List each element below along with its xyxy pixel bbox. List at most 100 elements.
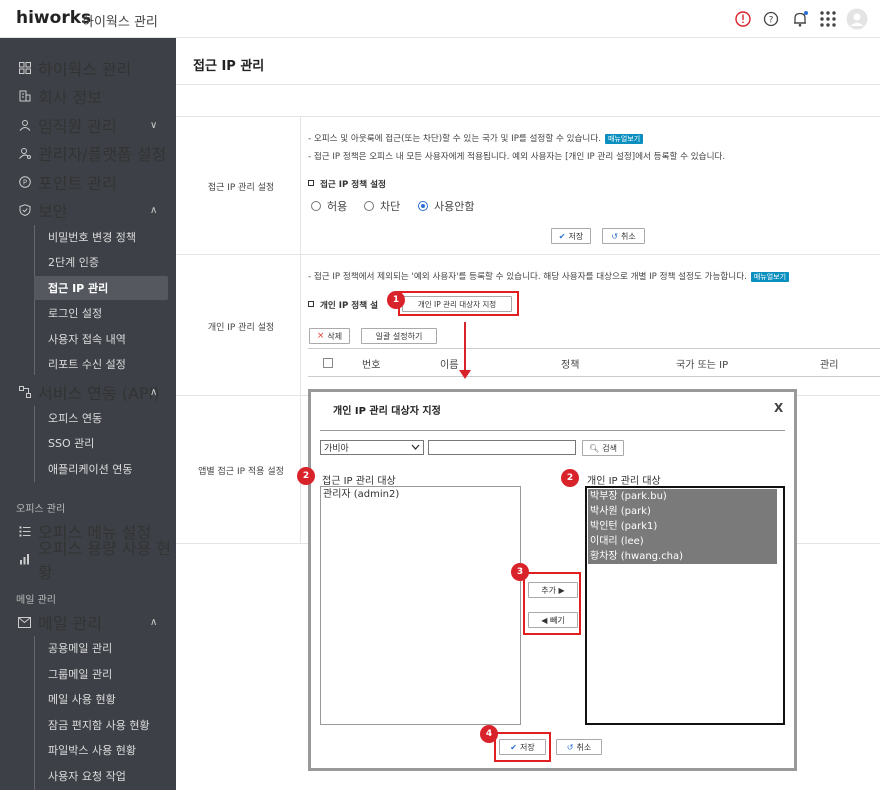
- sidebar-item-employees[interactable]: 임직원 관리 ∨: [0, 112, 176, 138]
- check-icon: ✔: [510, 742, 517, 752]
- sidebar-item-label: 회사 정보: [38, 88, 102, 107]
- radio-label: 차단: [380, 200, 401, 213]
- remove-button[interactable]: ◀ 빼기: [528, 612, 578, 628]
- radio-icon[interactable]: [364, 201, 374, 211]
- cancel-label: 취소: [620, 231, 636, 241]
- svg-text:?: ?: [769, 16, 774, 26]
- chevron-up-icon[interactable]: ∧: [150, 387, 157, 398]
- chevron-up-icon[interactable]: ∧: [150, 205, 157, 216]
- arrow-line: [464, 322, 466, 372]
- sidebar-sub-access-history[interactable]: 사용자 접속 내역: [34, 327, 168, 351]
- table-header-border: [308, 376, 880, 377]
- step-badge: 2: [297, 467, 315, 485]
- search-input[interactable]: [428, 440, 576, 455]
- sidebar-sub-password-policy[interactable]: 비밀번호 변경 정책: [34, 225, 168, 249]
- search-button[interactable]: 🔍︎ 검색: [582, 440, 624, 456]
- select-all-checkbox[interactable]: [323, 358, 333, 368]
- sidebar-sub-user-requests[interactable]: 사용자 요청 작업: [34, 764, 168, 788]
- check-icon: ✔: [558, 231, 566, 241]
- radio-allow[interactable]: 허용: [311, 198, 347, 214]
- logo[interactable]: hiworks: [16, 8, 91, 28]
- api-icon: [18, 386, 31, 399]
- cancel-label: 취소: [576, 742, 592, 752]
- country-select[interactable]: 가비아: [320, 440, 424, 455]
- sidebar-sub-shared-mail[interactable]: 공용메일 관리: [34, 636, 168, 660]
- bell-icon[interactable]: [791, 10, 809, 28]
- sidebar-sub-login-settings[interactable]: 로그인 설정: [34, 301, 168, 325]
- help-icon[interactable]: ?: [762, 10, 780, 28]
- access-save-button[interactable]: ✔ 저장: [551, 228, 591, 244]
- grid-icon: [18, 62, 31, 75]
- right-user-list[interactable]: 박부장 (park.bu) 박사원 (park) 박인턴 (park1) 이대리…: [585, 486, 785, 725]
- manual-button[interactable]: 매뉴얼보기: [750, 272, 790, 282]
- list-item[interactable]: 박부장 (park.bu): [588, 489, 777, 504]
- personal-policy-title: 개인 IP 정책 설: [308, 299, 378, 311]
- bar-chart-icon: [18, 553, 31, 566]
- delete-button[interactable]: × 삭제: [309, 328, 350, 344]
- personal-policy-title-text: 개인 IP 정책 설: [320, 301, 379, 311]
- sidebar-item-label: 관리자/플랫폼 설정: [38, 145, 167, 164]
- sidebar-item-label: 하이웍스 관리: [38, 60, 132, 79]
- sidebar-section-office: 오피스 관리: [16, 504, 66, 515]
- step-badge: 4: [480, 725, 498, 743]
- user-gear-icon: [18, 147, 31, 160]
- sidebar-item-hiworks-admin[interactable]: 하이웍스 관리: [0, 55, 176, 81]
- radio-disabled[interactable]: 사용안함: [418, 198, 474, 214]
- sidebar-item-security[interactable]: 보안 ∧: [0, 197, 176, 223]
- sidebar-sub-group-mail[interactable]: 그룹메일 관리: [34, 662, 168, 686]
- column-header-manage: 관리: [820, 360, 839, 371]
- chevron-down-icon[interactable]: ∨: [150, 120, 157, 131]
- cancel-icon: ↺: [566, 742, 574, 752]
- manual-button[interactable]: 매뉴얼보기: [604, 134, 644, 144]
- alert-icon[interactable]: [734, 10, 752, 28]
- sidebar-sub-office-link[interactable]: 오피스 연동: [34, 406, 168, 430]
- sidebar-sub-sso[interactable]: SSO 관리: [34, 431, 168, 455]
- sidebar-item-mail[interactable]: 메일 관리 ∧: [0, 609, 176, 635]
- sidebar-sub-mail-usage[interactable]: 메일 사용 현황: [34, 687, 168, 711]
- page-title: 접근 IP 관리: [193, 59, 265, 74]
- left-user-list[interactable]: 관리자 (admin2): [320, 486, 521, 725]
- list-item[interactable]: 관리자 (admin2): [321, 487, 520, 502]
- sidebar-item-api[interactable]: 서비스 연동 (API) ∧: [0, 379, 176, 405]
- radio-block[interactable]: 차단: [364, 198, 400, 214]
- section-label-personal: 개인 IP 관리 설정: [207, 323, 275, 333]
- modal-save-button[interactable]: ✔ 저장: [499, 739, 546, 755]
- sidebar-sub-report-settings[interactable]: 리포트 수신 설정: [34, 352, 168, 376]
- modal-cancel-button[interactable]: ↺ 취소: [556, 739, 602, 755]
- sidebar-item-office-storage[interactable]: 오피스 용량 사용 현황: [0, 539, 176, 582]
- chevron-up-icon[interactable]: ∧: [150, 617, 157, 628]
- bullet-icon: [308, 180, 314, 186]
- add-button[interactable]: 추가 ▶: [528, 582, 578, 598]
- sidebar-item-label: 오피스 용량 사용 현황: [38, 539, 172, 582]
- building-icon: [18, 90, 31, 103]
- sidebar-item-label: 서비스 연동 (API): [38, 384, 160, 403]
- sidebar-item-admin-platform[interactable]: 관리자/플랫폼 설정: [0, 140, 176, 166]
- step-badge: 1: [387, 291, 405, 309]
- access-policy-title-text: 접근 IP 정책 설정: [320, 180, 386, 190]
- cancel-icon: ↺: [611, 231, 618, 241]
- sidebar-item-label: 메일 관리: [38, 614, 102, 633]
- radio-icon[interactable]: [311, 201, 321, 211]
- radio-checked-icon[interactable]: [418, 201, 428, 211]
- sidebar-item-points[interactable]: P 포인트 관리: [0, 169, 176, 195]
- sidebar-sub-access-ip[interactable]: 접근 IP 관리: [34, 276, 168, 300]
- access-cancel-button[interactable]: ↺ 취소: [602, 228, 645, 244]
- list-item[interactable]: 황차장 (hwang.cha): [588, 549, 777, 564]
- modal-close-button[interactable]: X: [774, 401, 783, 415]
- column-header-country-ip: 국가 또는 IP: [676, 360, 729, 371]
- avatar[interactable]: [846, 8, 868, 30]
- list-item[interactable]: 박사원 (park): [588, 504, 777, 519]
- list-item[interactable]: 이대리 (lee): [588, 534, 777, 549]
- sidebar-item-company-info[interactable]: 회사 정보: [0, 83, 176, 109]
- apps-grid-icon[interactable]: [819, 10, 837, 28]
- sidebar-sub-locked-mailbox[interactable]: 잠금 편지함 사용 현황: [34, 713, 168, 737]
- sidebar-sub-filebox[interactable]: 파일박스 사용 현황: [34, 738, 168, 762]
- sidebar-sub-2fa[interactable]: 2단계 인증: [34, 250, 168, 274]
- list-item[interactable]: 박인턴 (park1): [588, 519, 777, 534]
- sidebar-item-label: 임직원 관리: [38, 117, 117, 136]
- bulk-settings-button[interactable]: 일괄 설정하기: [361, 328, 437, 344]
- admin-title: 하이웍스 관리: [82, 15, 158, 30]
- divider: [176, 84, 880, 85]
- sidebar-sub-app-link[interactable]: 애플리케이션 연동: [34, 457, 168, 481]
- step-badge: 3: [511, 563, 529, 581]
